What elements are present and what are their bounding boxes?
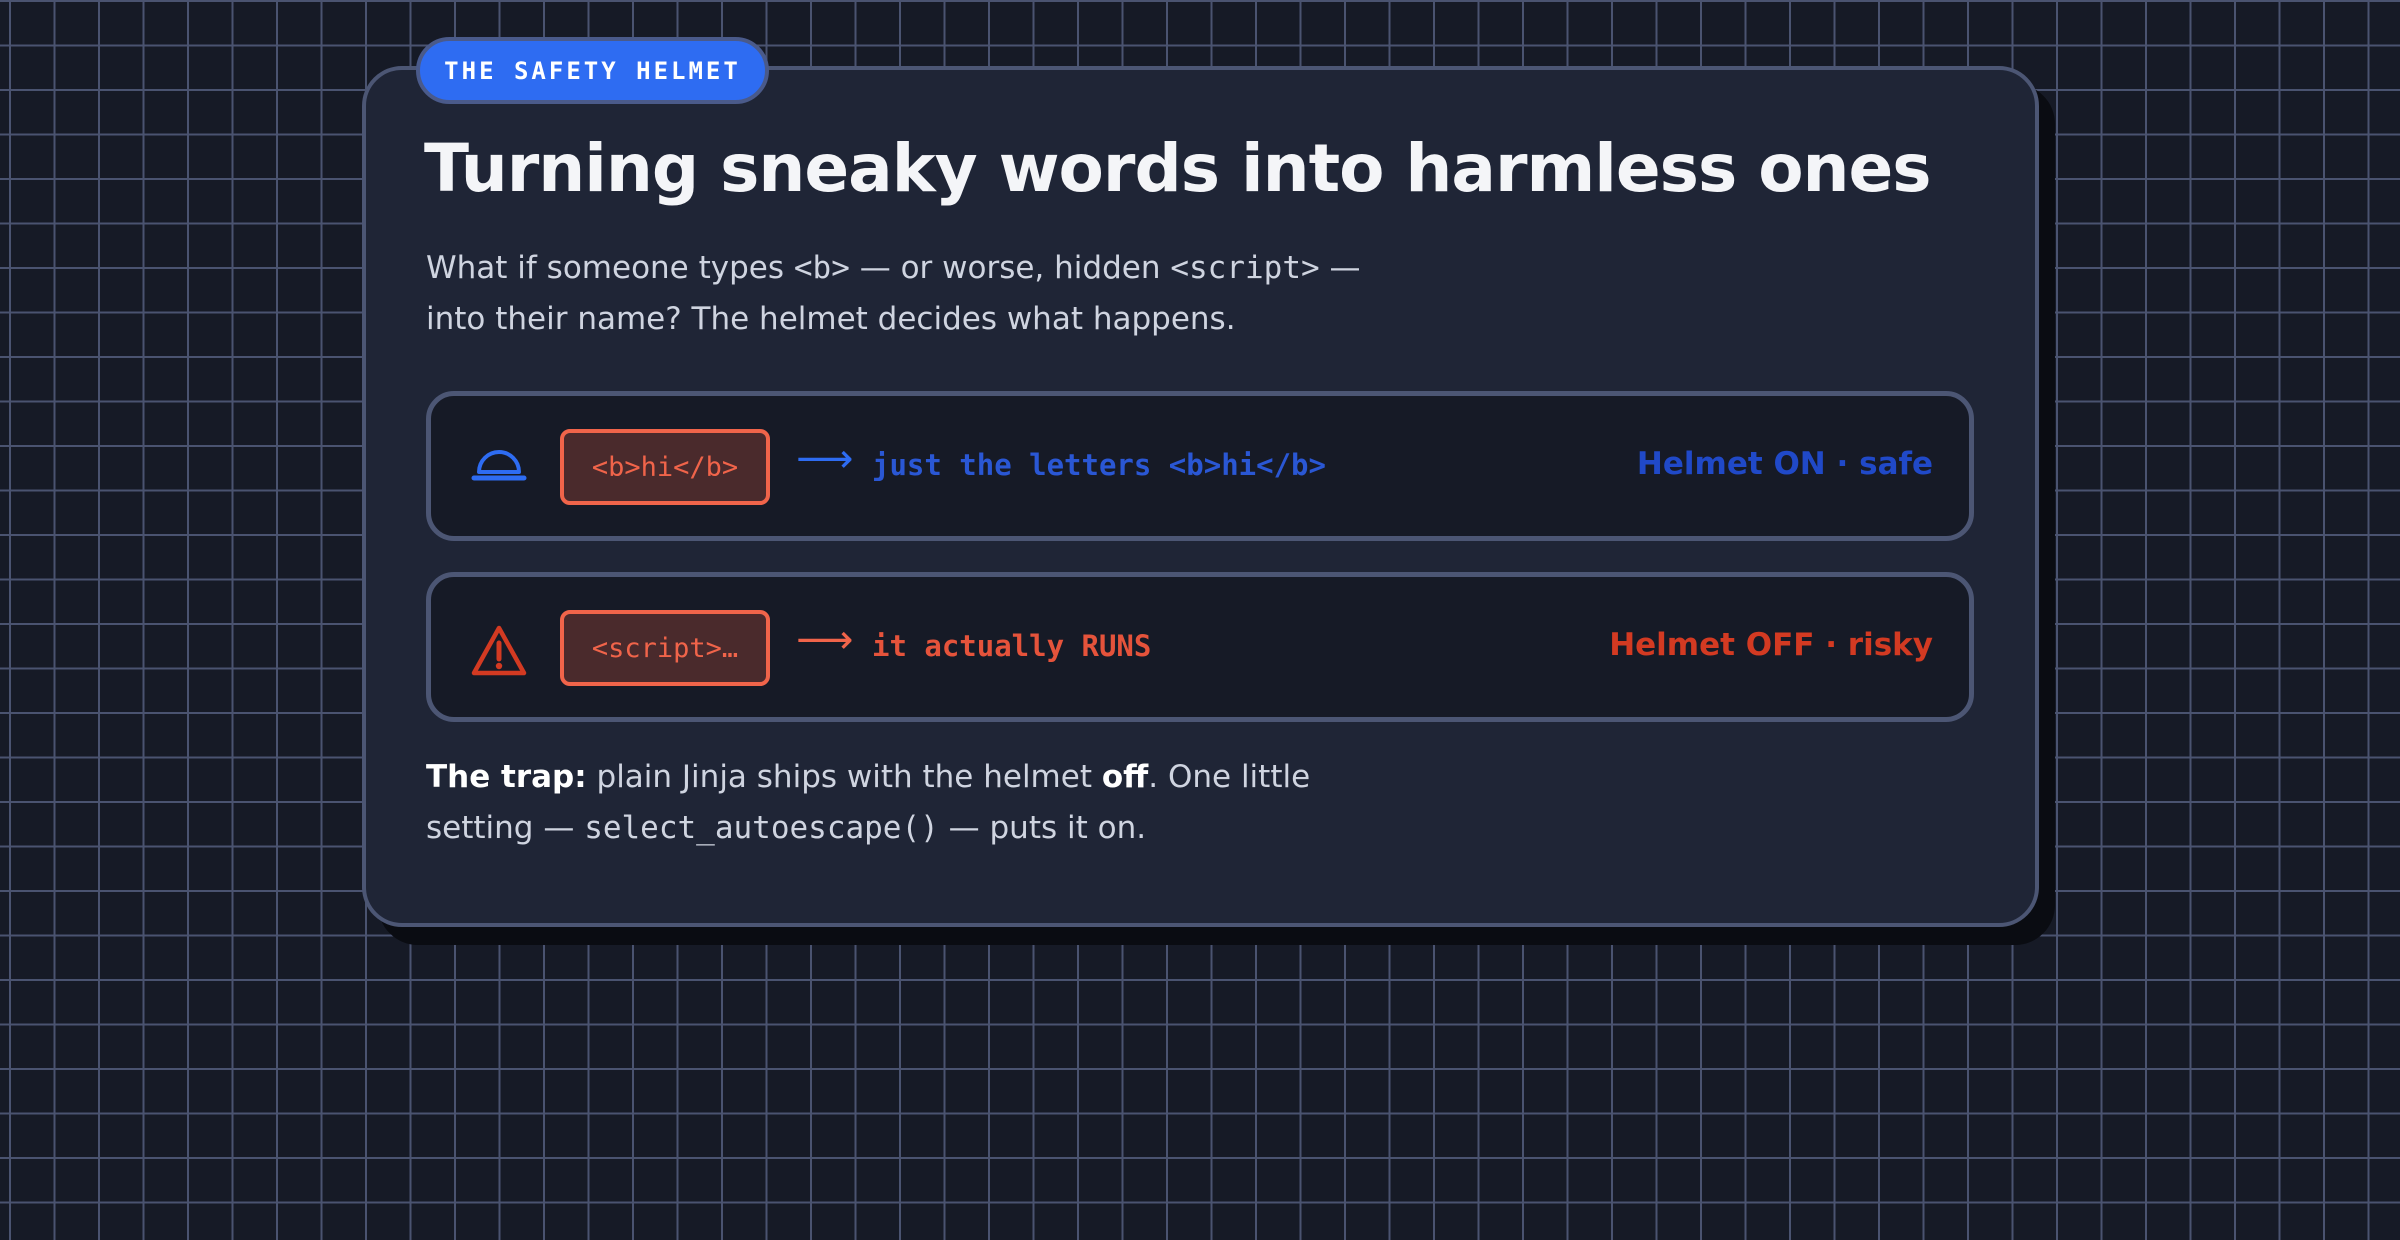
input-chip: <b>hi</b> xyxy=(560,429,770,505)
arrow-icon: ⟶ xyxy=(796,436,854,482)
intro-text: What if someone types <b> — or worse, hi… xyxy=(426,243,1386,345)
footer-bold: off xyxy=(1101,759,1149,795)
result-text: it actually RUNS xyxy=(872,629,1152,663)
status-label: Helmet OFF · risky xyxy=(1609,627,1933,663)
helmet-icon xyxy=(471,450,527,481)
footer-code: select_autoescape() xyxy=(584,810,939,846)
input-chip: <script>… xyxy=(560,610,770,686)
footer-part-3: — puts it on. xyxy=(938,810,1147,846)
result-text: just the letters <b>hi</b> xyxy=(872,448,1326,482)
warning-icon xyxy=(471,625,527,676)
intro-code-script: <script> xyxy=(1170,250,1320,286)
arrow-icon: ⟶ xyxy=(796,617,854,663)
intro-code-b: <b> xyxy=(793,250,850,286)
footer-note: The trap: plain Jinja ships with the hel… xyxy=(426,752,1386,854)
footer-lead: The trap: xyxy=(426,759,587,795)
helmet-off-row: <script>… ⟶ it actually RUNS Helmet OFF … xyxy=(426,572,1974,722)
footer-part-1: plain Jinja ships with the helmet xyxy=(586,759,1102,795)
page-title: Turning sneaky words into harmless ones xyxy=(424,130,1932,207)
status-label: Helmet ON · safe xyxy=(1636,446,1933,482)
helmet-on-row: <b>hi</b> ⟶ just the letters <b>hi</b> H… xyxy=(426,391,1974,541)
section-badge: THE SAFETY HELMET xyxy=(416,37,769,104)
intro-part-1: What if someone types xyxy=(426,250,794,286)
intro-part-2: — or worse, hidden xyxy=(849,250,1171,286)
